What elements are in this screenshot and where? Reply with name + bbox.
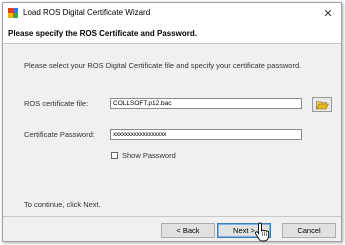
show-password-checkbox[interactable] [111, 152, 118, 159]
instruction-text: Please select your ROS Digital Certifica… [24, 61, 302, 70]
continue-hint: To continue, click Next. [24, 200, 101, 209]
close-icon: ✕ [323, 7, 333, 20]
back-button[interactable]: < Back [161, 223, 215, 238]
window-title: Load ROS Digital Certificate Wizard [23, 8, 151, 17]
cancel-button[interactable]: Cancel [282, 223, 336, 238]
password-input[interactable] [110, 129, 302, 140]
folder-open-icon [315, 100, 329, 109]
show-password-label: Show Password [122, 151, 176, 160]
wizard-header: Please specify the ROS Certificate and P… [3, 23, 341, 44]
page-title: Please specify the ROS Certificate and P… [8, 29, 197, 38]
close-button[interactable]: ✕ [321, 6, 335, 20]
wizard-window: Load ROS Digital Certificate Wizard ✕ Pl… [2, 2, 342, 242]
password-label: Certificate Password: [24, 130, 95, 139]
footer-divider [3, 216, 341, 217]
cert-file-input[interactable] [110, 98, 302, 109]
title-bar: Load ROS Digital Certificate Wizard ✕ [3, 3, 341, 23]
app-logo-icon [8, 8, 18, 18]
cert-file-label: ROS certificate file: [24, 99, 89, 108]
mouse-pointer-icon [254, 222, 270, 242]
browse-button[interactable] [312, 97, 332, 112]
